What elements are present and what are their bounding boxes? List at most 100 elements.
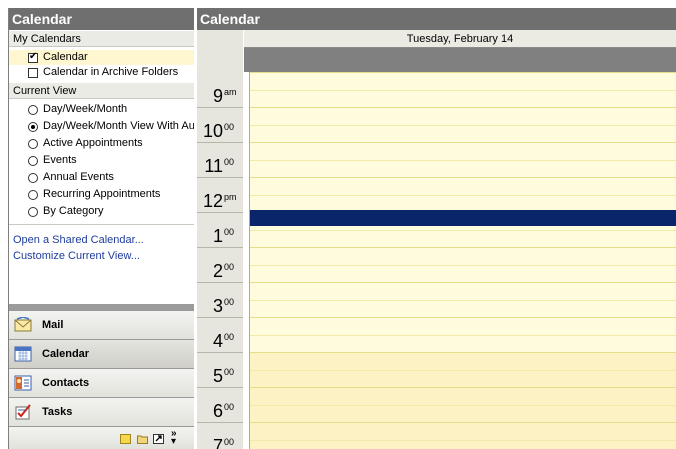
hour-suffix: 00 — [224, 122, 235, 132]
radio-button[interactable] — [28, 207, 38, 217]
hour-number: 9 — [212, 86, 223, 106]
radio-button[interactable] — [28, 173, 38, 183]
calendar-item-label: Calendar — [43, 51, 88, 63]
hour-suffix: 00 — [224, 157, 235, 167]
mail-button[interactable]: Mail — [9, 310, 194, 339]
radio-dot-icon — [31, 125, 35, 129]
shortcut-icon[interactable] — [153, 434, 164, 444]
time-slot[interactable] — [250, 177, 676, 195]
time-column: 9 am 10 00 11 00 12 pm 1 00 2 00 3 00 4 00 5 00 6… — [197, 30, 243, 449]
hour-suffix: 00 — [224, 332, 235, 342]
time-slot[interactable] — [250, 160, 676, 178]
radio-button[interactable] — [28, 190, 38, 200]
time-slot[interactable] — [250, 300, 676, 318]
time-slot[interactable] — [250, 370, 676, 388]
my-calendars-header[interactable]: My Calendars — [9, 30, 194, 47]
view-option-day-week-month[interactable]: Day/Week/Month — [9, 101, 194, 118]
nav-pane-title: Calendar — [9, 8, 194, 30]
calendar-item-archive[interactable]: Calendar in Archive Folders — [9, 65, 194, 80]
hour-label-1: 1 00 — [197, 212, 243, 247]
calendar-item-calendar[interactable]: ✔ Calendar — [9, 50, 194, 65]
view-option-label: Day/Week/Month — [43, 103, 128, 115]
hour-number: 11 — [204, 156, 223, 176]
calendar-checkbox[interactable]: ✔ — [28, 51, 38, 63]
hour-suffix: 00 — [224, 437, 235, 447]
time-slot[interactable] — [250, 247, 676, 265]
time-slot[interactable] — [250, 90, 676, 108]
time-slot[interactable] — [250, 230, 676, 248]
time-slot[interactable] — [250, 142, 676, 160]
time-slot[interactable] — [250, 265, 676, 283]
view-option-annual-events[interactable]: Annual Events — [9, 169, 194, 186]
hour-number: 6 — [212, 401, 223, 421]
time-slot[interactable] — [250, 72, 676, 90]
navigation-pane: Calendar My Calendars ✔ Calendar Calenda… — [8, 8, 194, 449]
calendar-pane: Calendar 9 am 10 00 11 00 12 pm 1 00 2 00 3 00 … — [197, 8, 676, 449]
view-option-label: Annual Events — [43, 171, 114, 183]
day-header[interactable]: Tuesday, February 14 — [244, 30, 676, 48]
view-option-day-week-month-autopreview[interactable]: Day/Week/Month View With AutoF — [9, 118, 194, 135]
hour-suffix: am — [224, 87, 237, 97]
time-slot[interactable] — [250, 282, 676, 300]
hour-label-4: 4 00 — [197, 317, 243, 352]
hour-number: 3 — [212, 296, 223, 316]
hour-label-2: 2 00 — [197, 247, 243, 282]
view-option-label: Active Appointments — [43, 137, 143, 149]
all-day-events-area[interactable] — [244, 48, 676, 72]
hour-label-9: 9 am — [197, 72, 243, 107]
configure-buttons-icon[interactable]: » ▾ — [171, 429, 182, 447]
hour-label-6: 6 00 — [197, 387, 243, 422]
hour-number: 12 — [202, 191, 223, 211]
current-view-header[interactable]: Current View — [9, 82, 194, 99]
hour-number: 1 — [212, 226, 223, 246]
nav-footer-toolbar: » ▾ — [9, 426, 194, 449]
contacts-button-label: Contacts — [42, 377, 90, 389]
view-option-active-appointments[interactable]: Active Appointments — [9, 135, 194, 152]
nav-links: Open a Shared Calendar... Customize Curr… — [9, 224, 194, 264]
customize-current-view-link[interactable]: Customize Current View... — [9, 248, 194, 264]
tasks-button-label: Tasks — [42, 406, 73, 418]
checkmark-icon: ✔ — [29, 51, 38, 62]
hour-number: 10 — [202, 121, 223, 141]
time-slot[interactable] — [250, 317, 676, 335]
time-slot[interactable] — [250, 352, 676, 370]
hour-label-7: 7 00 — [197, 422, 243, 449]
hour-number: 2 — [212, 261, 223, 281]
radio-button[interactable] — [28, 105, 38, 115]
mail-icon — [14, 317, 32, 332]
time-slot[interactable] — [250, 440, 676, 449]
selected-time-slot[interactable] — [250, 210, 676, 226]
hour-suffix: 00 — [224, 297, 235, 307]
hour-number: 7 — [212, 436, 223, 449]
archive-calendar-checkbox[interactable] — [28, 68, 38, 78]
hour-label-10: 10 00 — [197, 107, 243, 142]
hour-suffix: 00 — [224, 262, 235, 272]
calendar-icon — [14, 346, 32, 362]
tasks-button[interactable]: Tasks — [9, 397, 194, 426]
view-option-label: Recurring Appointments — [43, 188, 161, 200]
hour-suffix: pm — [224, 192, 237, 202]
time-slot[interactable] — [250, 335, 676, 353]
hour-suffix: 00 — [224, 367, 235, 377]
time-slot[interactable] — [250, 405, 676, 423]
view-option-events[interactable]: Events — [9, 152, 194, 169]
contacts-button[interactable]: Contacts — [9, 368, 194, 397]
calendar-button-label: Calendar — [42, 348, 90, 360]
time-slot[interactable] — [250, 422, 676, 440]
view-option-recurring-appointments[interactable]: Recurring Appointments — [9, 186, 194, 203]
radio-button[interactable] — [28, 156, 38, 166]
view-option-by-category[interactable]: By Category — [9, 203, 194, 220]
view-option-label: By Category — [43, 205, 104, 217]
radio-button[interactable] — [28, 139, 38, 149]
time-slot[interactable] — [250, 387, 676, 405]
calendar-button[interactable]: Calendar — [9, 339, 194, 368]
notes-icon[interactable] — [120, 434, 131, 444]
contacts-icon — [14, 375, 32, 391]
tasks-icon — [15, 404, 31, 420]
time-slot[interactable] — [250, 125, 676, 143]
radio-button-selected[interactable] — [28, 122, 38, 132]
time-slot[interactable] — [250, 107, 676, 125]
open-shared-calendar-link[interactable]: Open a Shared Calendar... — [9, 232, 194, 248]
hour-label-3: 3 00 — [197, 282, 243, 317]
folder-icon[interactable] — [137, 434, 148, 444]
